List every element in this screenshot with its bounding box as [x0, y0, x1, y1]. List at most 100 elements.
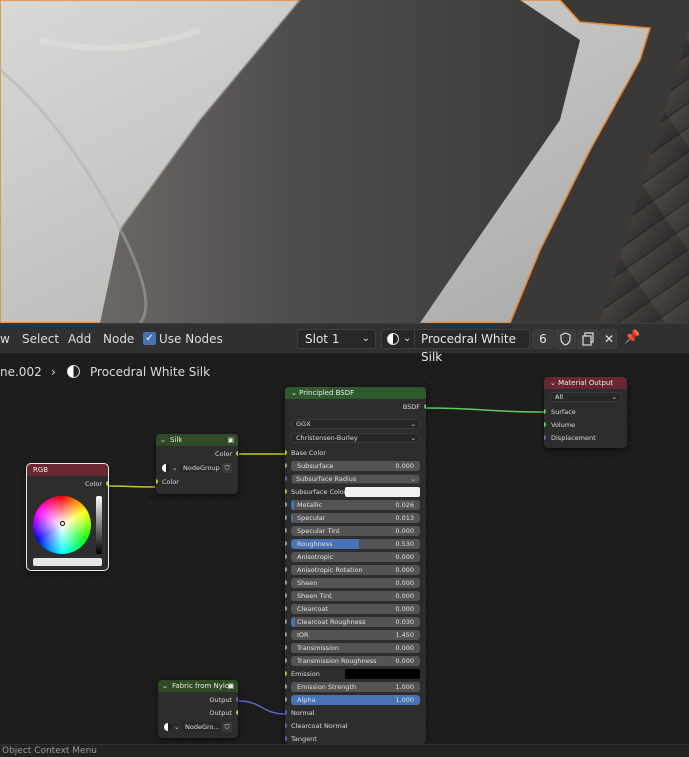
float-socket[interactable] [285, 502, 287, 507]
shield-icon[interactable]: ⛉ [222, 722, 232, 732]
silk-node[interactable]: ⌄ Silk ▣ Color ⌄ NodeGroup ⛉ Color [156, 434, 238, 494]
slider-anisotropic[interactable]: Anisotropic 0.000 [291, 552, 420, 562]
rgb-color-output: Color [27, 478, 108, 490]
color-socket[interactable] [236, 451, 238, 456]
slider-transmission[interactable]: Transmission 0.000 [291, 643, 420, 653]
distribution-select[interactable]: GGX ⌄ [291, 419, 420, 429]
silk-node-header[interactable]: ⌄ Silk ▣ [156, 434, 238, 446]
viewport-render [0, 0, 689, 323]
principled-bsdf-header[interactable]: ⌄ Principled BSDF [285, 387, 426, 399]
subsurface-radius-field[interactable]: Subsurface Radius ⌄ [291, 474, 420, 484]
color-swatch[interactable] [33, 558, 102, 566]
input-row-roughness: Roughness 0.530 [285, 538, 426, 550]
float-socket[interactable] [285, 567, 287, 572]
fabric-from-nylon-node[interactable]: ⌄ Fabric from Nylon ▣ Output Output ⌄ No… [158, 680, 238, 738]
silk-group-name[interactable]: NodeGroup [180, 463, 220, 473]
slider-value: 0.530 [395, 540, 414, 548]
fabric-group-name[interactable]: NodeGro... [182, 722, 220, 732]
slider-subsurface[interactable]: Subsurface 0.000 [291, 461, 420, 471]
slider-clearcoat-roughness[interactable]: Clearcoat Roughness 0.030 [291, 617, 420, 627]
subsurface-method-select[interactable]: Christensen-Burley ⌄ [291, 433, 420, 443]
slider-label: Sheen Tint [297, 592, 332, 600]
float-socket[interactable] [285, 632, 287, 637]
slider-alpha[interactable]: Alpha 1.000 [291, 695, 420, 705]
slider-sheen-tint[interactable]: Sheen Tint 0.000 [291, 591, 420, 601]
float-socket[interactable] [285, 515, 287, 520]
float-socket[interactable] [285, 593, 287, 598]
float-socket[interactable] [285, 554, 287, 559]
slider-metallic[interactable]: Metallic 0.026 [291, 500, 420, 510]
slider-label: Emission Strength [297, 683, 357, 691]
material-output-node[interactable]: ⌄ Material Output All ⌄ Surface Volume Di… [544, 377, 627, 448]
shader-editor[interactable]: w Select Add Node ✓ Use Nodes Slot 1 ⌄ ⌄… [0, 323, 689, 757]
float-socket[interactable] [285, 619, 287, 624]
shader-socket[interactable] [544, 409, 546, 414]
volume-input: Volume [544, 419, 627, 431]
slider-sheen[interactable]: Sheen 0.000 [291, 578, 420, 588]
slider-transmission-roughness[interactable]: Transmission Roughness 0.000 [291, 656, 420, 666]
base-color-label: Base Color [291, 449, 326, 457]
float-socket[interactable] [285, 697, 287, 702]
vector-socket[interactable] [285, 723, 287, 728]
3d-viewport[interactable] [0, 0, 689, 323]
fabric-group-selector[interactable]: ⌄ NodeGro... ⛉ [158, 721, 238, 733]
subsurface-radius-input[interactable]: Subsurface Radius ⌄ [285, 473, 426, 485]
slider-label: Specular [297, 514, 326, 522]
color-socket[interactable] [285, 671, 287, 676]
float-socket[interactable] [285, 528, 287, 533]
material-output-header[interactable]: ⌄ Material Output [544, 377, 627, 389]
slider-value: 0.000 [395, 644, 414, 652]
value-slider[interactable] [96, 496, 102, 554]
float-socket[interactable] [285, 580, 287, 585]
float-socket[interactable] [285, 541, 287, 546]
shader-socket[interactable] [544, 422, 546, 427]
color-wheel[interactable] [33, 496, 91, 554]
subsurface-color-swatch[interactable] [345, 487, 420, 497]
float-socket[interactable] [285, 645, 287, 650]
float-socket[interactable] [285, 658, 287, 663]
color-socket[interactable] [285, 450, 287, 455]
rgb-node-header[interactable]: RGB [27, 464, 108, 476]
emission-color-swatch[interactable] [345, 669, 420, 679]
slider-anisotropic-rotation[interactable]: Anisotropic Rotation 0.000 [291, 565, 420, 575]
target-select[interactable]: All ⌄ [550, 392, 621, 402]
target-dropdown[interactable]: All ⌄ [544, 391, 627, 403]
principled-bsdf-node[interactable]: ⌄ Principled BSDF BSDF GGX ⌄ Christensen-… [285, 387, 426, 744]
silk-group-selector[interactable]: ⌄ NodeGroup ⛉ [156, 462, 238, 474]
slider-roughness[interactable]: Roughness 0.530 [291, 539, 420, 549]
color-socket[interactable] [156, 479, 158, 484]
shader-socket[interactable] [424, 404, 426, 409]
vector-socket[interactable] [285, 476, 287, 481]
shield-icon[interactable]: ⛉ [222, 463, 232, 473]
color-socket[interactable] [106, 481, 108, 486]
base-color-input: Base Color [285, 447, 426, 459]
chevron-down-icon: ⌄ [410, 434, 416, 442]
vector-socket[interactable] [544, 435, 546, 440]
slider-emission-strength[interactable]: Emission Strength 1.000 [291, 682, 420, 692]
float-socket[interactable] [285, 684, 287, 689]
slider-value: 1.000 [395, 683, 414, 691]
displacement-input: Displacement [544, 432, 627, 444]
fabric-node-header[interactable]: ⌄ Fabric from Nylon ▣ [158, 680, 238, 692]
slider-ior[interactable]: IOR 1.450 [291, 630, 420, 640]
float-socket[interactable] [285, 606, 287, 611]
vector-socket[interactable] [236, 697, 238, 702]
slider-fill [291, 513, 293, 523]
normal-label: Normal [291, 709, 315, 717]
distribution-dropdown[interactable]: GGX ⌄ [285, 418, 426, 430]
vector-socket[interactable] [285, 710, 287, 715]
chevron-down-icon: ⌄ [291, 389, 300, 397]
slider-clearcoat[interactable]: Clearcoat 0.000 [291, 604, 420, 614]
subsurface-method-dropdown[interactable]: Christensen-Burley ⌄ [285, 432, 426, 444]
color-socket[interactable] [236, 710, 238, 715]
rgb-node[interactable]: RGB Color [26, 463, 109, 571]
slider-label: Clearcoat [297, 605, 328, 613]
slider-specular-tint[interactable]: Specular Tint 0.000 [291, 526, 420, 536]
slider-specular[interactable]: Specular 0.013 [291, 513, 420, 523]
chevron-down-icon: ⌄ [410, 475, 416, 483]
vector-socket[interactable] [285, 736, 287, 741]
color-socket[interactable] [285, 489, 287, 494]
color-wheel-cursor[interactable] [60, 521, 65, 526]
slider-label: IOR [297, 631, 309, 639]
float-socket[interactable] [285, 463, 287, 468]
